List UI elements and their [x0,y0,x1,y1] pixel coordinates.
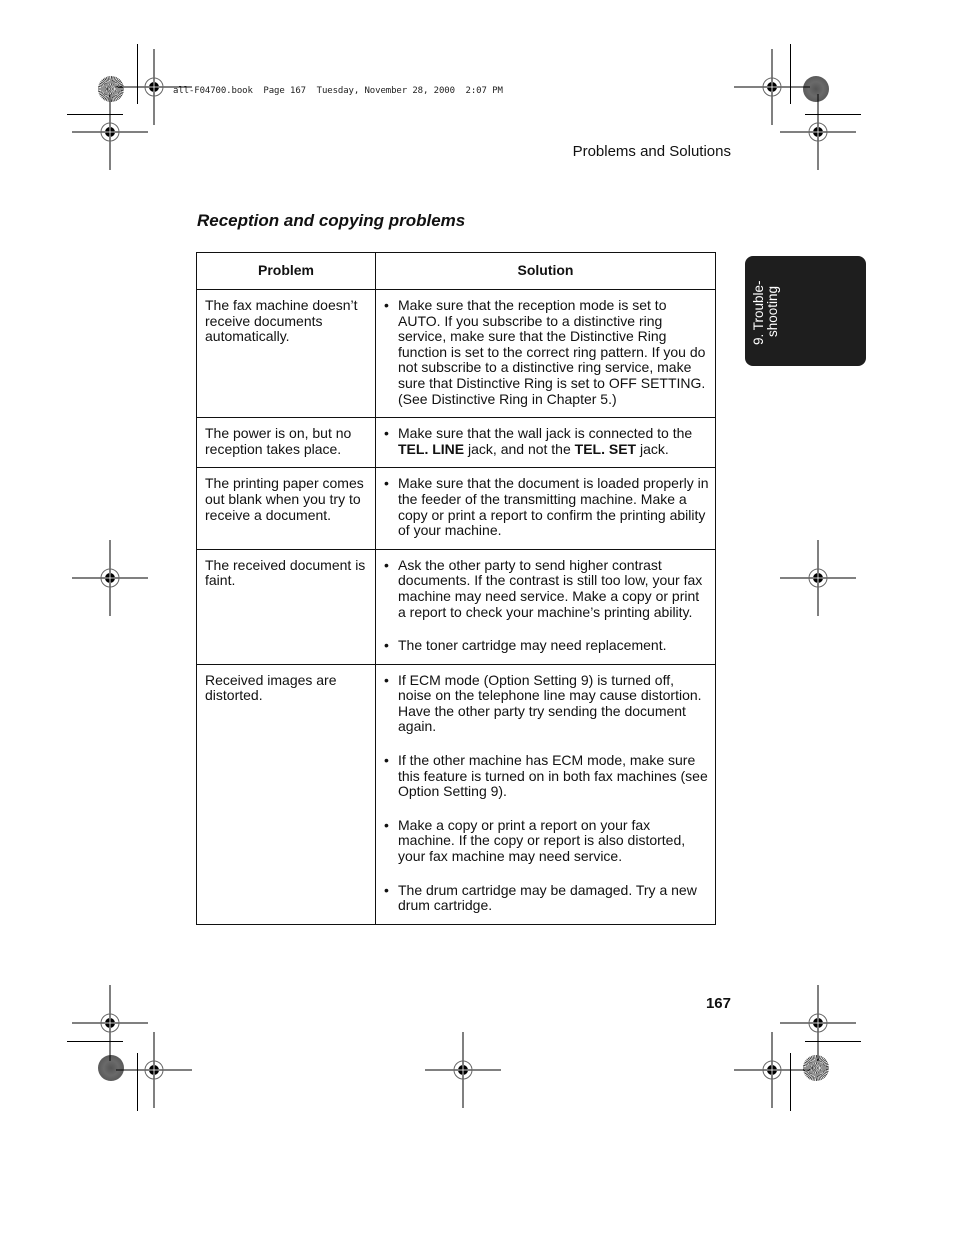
bullet-icon: • [384,637,389,654]
chapter-tab-line1: 9. Trouble- [751,280,766,345]
running-head: Problems and Solutions [572,143,731,160]
table-row: The power is on, but no reception takes … [196,417,716,469]
bullet-icon: • [384,816,389,833]
solution-text: The toner cartridge may need replacement… [398,637,709,654]
solution-cell: • Make sure that the reception mode is se… [375,288,716,419]
solution-text-segment: If the other machine has ECM mode, make … [398,752,708,800]
stamp-filename: all-F04700.book [173,86,253,96]
solution-text: The drum cartridge may be damaged. Try a… [398,881,709,914]
table-row: The printing paper comes out blank when … [196,467,716,550]
solution-text-segment: jack. [636,440,669,457]
solution-cell: • Make sure that the document is loaded p… [375,467,716,550]
solution-text-emphasis: TEL. LINE [398,440,465,457]
solution-text-segment: jack, and not the [464,440,575,457]
solution-text-segment: Make a copy or print a report on your fa… [398,816,686,865]
solution-bullet: • Ask the other party to send higher cont… [384,556,709,620]
bullet-icon: • [384,425,389,442]
solution-bullet: • If ECM mode (Option Setting 9) is turne… [384,671,709,735]
column-header-solution: Solution [375,252,716,290]
solution-cell: • If ECM mode (Option Setting 9) is turne… [375,663,716,925]
bullet-icon: • [384,297,389,313]
problem-cell: The power is on, but no reception takes … [196,417,376,469]
solution-text-segment: Ask the other party to send higher contr… [398,556,703,620]
solution-cell: • Ask the other party to send higher cont… [375,548,716,665]
bullet-icon: • [384,752,389,769]
table-header-row: Problem Solution [196,252,716,290]
bullet-icon: • [384,556,389,573]
chapter-tab-line2: shooting [765,285,780,337]
column-header-problem: Problem [196,252,376,290]
solution-bullet: • If the other machine has ECM mode, make… [384,752,709,800]
bullet-icon: • [384,671,389,688]
problem-cell: Received images are distorted. [196,663,376,925]
solution-text: If ECM mode (Option Setting 9) is turned… [398,671,709,735]
solution-text-segment: If ECM mode (Option Setting 9) is turned… [398,671,702,735]
stamp-time: 2:07 PM [465,86,503,96]
solution-bullet: • Make sure that the document is loaded p… [384,475,709,538]
solution-bullet: • Make a copy or print a report on your f… [384,816,709,865]
solution-bullet: • Make sure that the reception mode is se… [384,297,709,407]
problem-cell: The printing paper comes out blank when … [196,467,376,550]
solution-text-segment: The toner cartridge may need replacement… [398,637,667,654]
solution-text-segment: The drum cartridge may be damaged. Try a… [398,881,697,914]
chapter-tab-label: 9. Trouble- shooting [751,255,780,345]
stamp-date: Tuesday, November 28, 2000 [316,86,455,96]
solution-text-segment: Make sure that the document is loaded pr… [398,475,709,539]
solution-text: If the other machine has ECM mode, make … [398,752,709,800]
solution-text-emphasis: TEL. SET [574,440,637,457]
solution-text: Make sure that the reception mode is set… [398,297,709,407]
table-row: The fax machine doesn’t receive document… [196,288,716,419]
solution-bullet: • Make sure that the wall jack is connect… [384,425,709,457]
section-title: Reception and copying problems [197,211,466,230]
solution-text-segment: Make sure that the reception mode is set… [398,297,706,407]
page-number: 167 [705,995,731,1012]
solution-bullet: • The toner cartridge may need replacemen… [384,637,709,654]
table-row: Received images are distorted. • If ECM mo… [196,663,716,925]
print-file-stamp: all-F04700.book Page 167 Tuesday, Novemb… [173,86,503,96]
bullet-icon: • [384,881,389,898]
solution-text: Make a copy or print a report on your fa… [398,816,709,865]
bullet-icon: • [384,475,389,492]
solution-cell: • Make sure that the wall jack is connect… [375,417,716,469]
troubleshooting-table: Problem Solution The fax machine doesn’t… [196,252,716,925]
problem-cell: The fax machine doesn’t receive document… [196,288,376,419]
solution-text-segment: Make sure that the wall jack is connecte… [398,425,693,442]
solution-text: Ask the other party to send higher contr… [398,556,709,620]
problem-cell: The received document is faint. [196,548,376,665]
solution-bullet: • The drum cartridge may be damaged. Try … [384,881,709,914]
solution-text: Make sure that the wall jack is connecte… [398,425,709,457]
stamp-page: Page 167 [263,86,306,96]
solution-text: Make sure that the document is loaded pr… [398,476,709,538]
table-row: The received document is faint. • Ask the … [196,548,716,665]
